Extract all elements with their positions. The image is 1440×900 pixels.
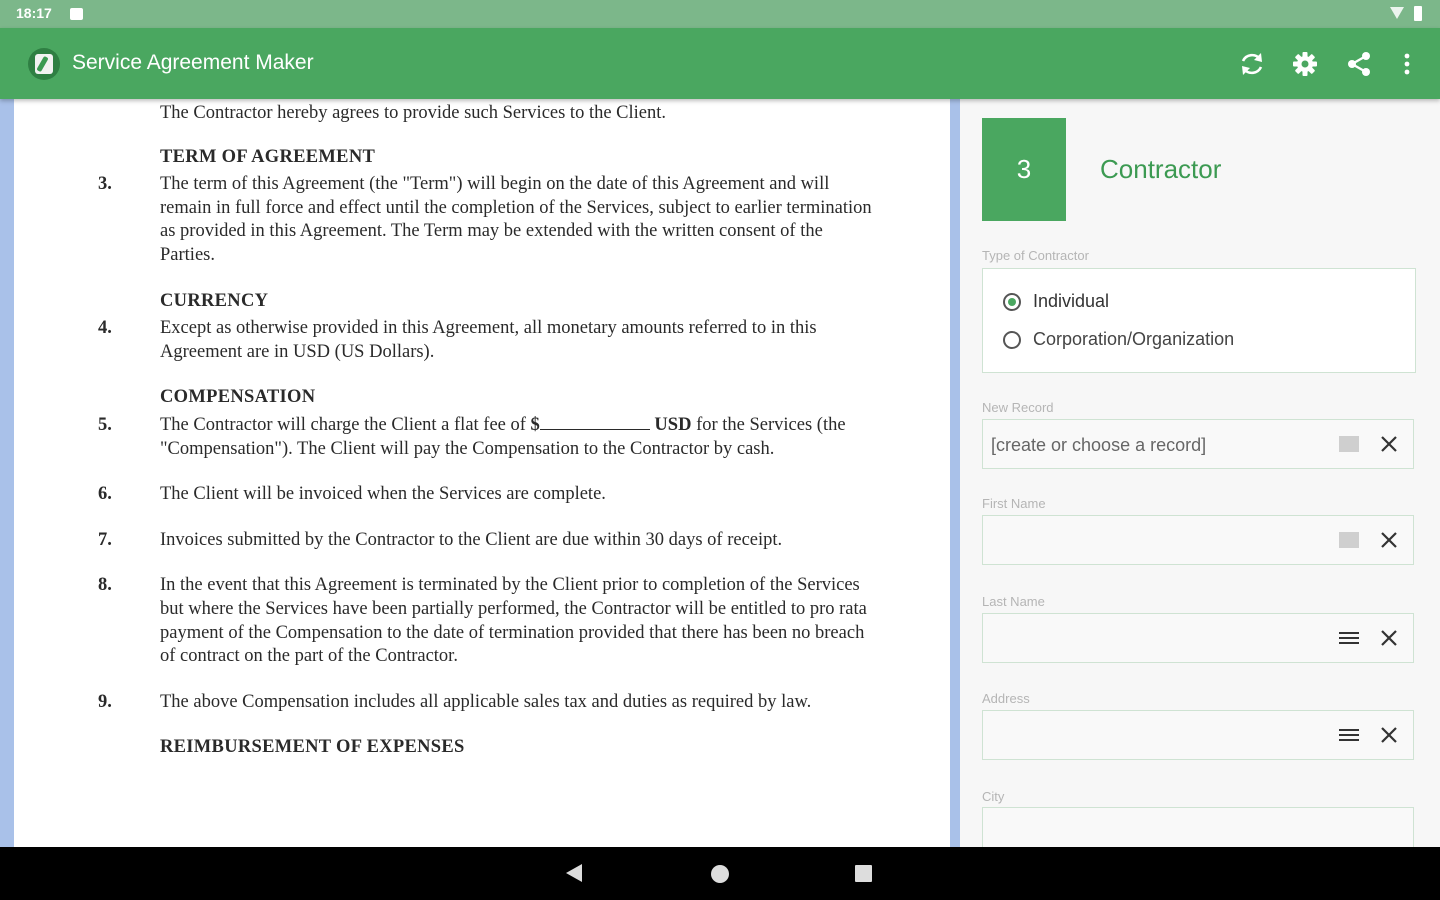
clause-text: The Contractor will charge the Client a … — [160, 414, 531, 435]
last-name-field — [982, 613, 1414, 663]
notification-icon — [70, 8, 83, 20]
share-icon[interactable] — [1344, 49, 1374, 79]
settings-gear-icon[interactable] — [1290, 49, 1320, 79]
radio-selected-icon[interactable] — [1003, 292, 1021, 311]
address-field — [982, 710, 1414, 760]
status-bar: 18:17 — [0, 0, 1440, 28]
clause-number: 4. — [98, 318, 112, 339]
clause-number: 5. — [98, 414, 112, 435]
record-list-icon[interactable] — [1339, 531, 1359, 549]
clause-number: 9. — [98, 691, 112, 712]
radio-label: Individual — [1033, 291, 1110, 311]
section-heading: REIMBURSEMENT OF EXPENSES — [160, 737, 465, 758]
new-record-field — [982, 419, 1414, 469]
city-input[interactable] — [989, 818, 1323, 847]
clause-paragraph: 8. In the event that this Agreement is t… — [98, 574, 878, 668]
address-input[interactable] — [989, 721, 1323, 751]
city-field — [982, 807, 1414, 847]
refresh-icon[interactable] — [1237, 49, 1267, 79]
clear-icon[interactable] — [1379, 530, 1399, 550]
clause-text: Except as otherwise provided in this Agr… — [160, 318, 817, 362]
section-heading: TERM OF AGREEMENT — [160, 146, 376, 167]
clause-number: 7. — [98, 529, 112, 550]
clear-icon[interactable] — [1379, 725, 1399, 745]
fee-blank — [539, 415, 650, 430]
type-of-contractor-label: Type of Contractor — [982, 248, 1089, 263]
address-label: Address — [982, 691, 1030, 706]
status-time: 18:17 — [16, 5, 52, 21]
clause-text: Invoices submitted by the Contractor to … — [160, 529, 783, 550]
clause-paragraph: 5. The Contractor will charge the Client… — [98, 414, 878, 461]
clause-text: In the event that this Agreement is term… — [160, 575, 867, 667]
fee-currency-symbol: $ — [530, 414, 540, 435]
battery-icon — [1414, 6, 1422, 21]
clause-paragraph: 4. Except as otherwise provided in this … — [98, 317, 878, 364]
radio-label: Corporation/Organization — [1033, 329, 1235, 349]
back-icon[interactable] — [566, 864, 582, 882]
radio-unselected-icon[interactable] — [1003, 330, 1021, 349]
clause-paragraph: 9. The above Compensation includes all a… — [98, 691, 878, 715]
document-preview[interactable]: The Contractor hereby agrees to provide … — [14, 99, 950, 847]
app-logo-icon — [28, 48, 60, 80]
new-record-input[interactable] — [989, 430, 1323, 460]
step-number-badge: 3 — [982, 118, 1066, 221]
app-bar: Service Agreement Maker — [0, 28, 1440, 99]
new-record-label: New Record — [982, 400, 1054, 415]
contractor-type-group: Individual Corporation/Organization — [982, 268, 1416, 373]
first-name-input[interactable] — [989, 526, 1323, 556]
document-text: The Contractor hereby agrees to provide … — [160, 103, 667, 123]
home-icon[interactable] — [711, 865, 729, 883]
fee-currency-code: USD — [654, 414, 692, 435]
radio-corporation[interactable]: Corporation/Organization — [1003, 329, 1234, 350]
first-name-field — [982, 515, 1414, 565]
clear-icon[interactable] — [1379, 434, 1399, 454]
clause-text: The Client will be invoiced when the Ser… — [160, 484, 606, 505]
clause-paragraph: 7. Invoices submitted by the Contractor … — [98, 529, 878, 553]
clause-paragraph: 3. The term of this Agreement (the "Term… — [98, 173, 878, 267]
clause-text: The term of this Agreement (the "Term") … — [160, 174, 872, 265]
clause-number: 8. — [98, 575, 112, 596]
city-label: City — [982, 789, 1005, 804]
menu-list-icon[interactable] — [1339, 629, 1359, 647]
menu-list-icon[interactable] — [1339, 726, 1359, 744]
system-nav-bar — [0, 847, 1440, 900]
last-name-label: Last Name — [982, 594, 1045, 609]
wifi-icon — [1390, 7, 1404, 19]
clause-number: 6. — [98, 484, 112, 505]
last-name-input[interactable] — [989, 624, 1323, 654]
step-title: Contractor — [1100, 154, 1222, 184]
clause-number: 3. — [98, 174, 112, 195]
clause-text: The above Compensation includes all appl… — [160, 691, 812, 712]
radio-individual[interactable]: Individual — [1003, 291, 1109, 312]
more-vert-icon[interactable] — [1395, 49, 1419, 79]
section-heading: COMPENSATION — [160, 387, 316, 408]
clause-paragraph: 6. The Client will be invoiced when the … — [98, 483, 878, 507]
app-title: Service Agreement Maker — [72, 51, 314, 74]
first-name-label: First Name — [982, 496, 1046, 511]
clear-icon[interactable] — [1379, 628, 1399, 648]
record-list-icon[interactable] — [1339, 435, 1359, 453]
recent-apps-icon[interactable] — [855, 865, 872, 882]
form-panel: 3 Contractor Type of Contractor Individu… — [960, 99, 1440, 847]
section-heading: CURRENCY — [160, 290, 269, 311]
panel-divider[interactable] — [952, 99, 960, 847]
